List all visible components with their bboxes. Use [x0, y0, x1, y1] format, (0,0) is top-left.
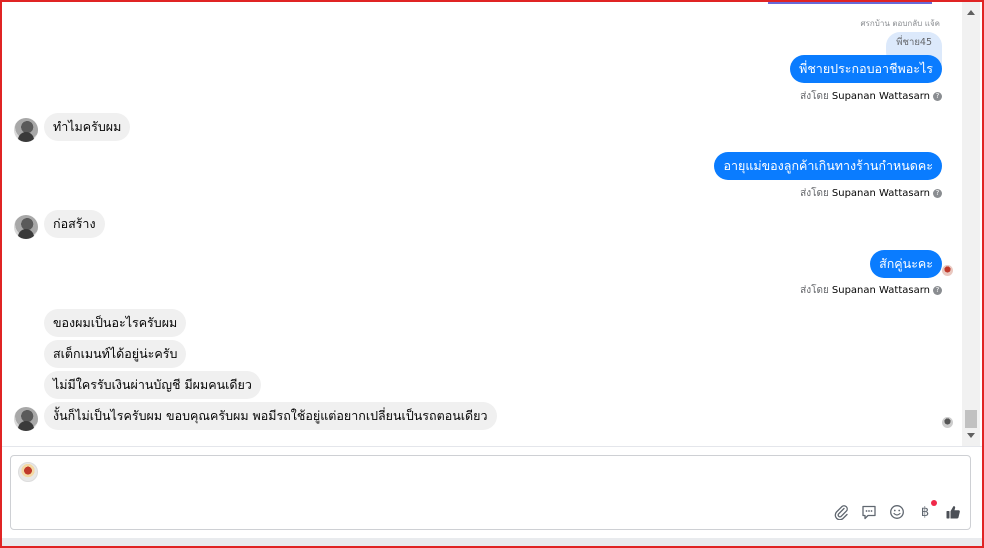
message-bubble-outgoing[interactable]: อายุแม่ของลูกค้าเกินทางร้านกำหนดคะ — [714, 152, 942, 180]
thread-top-hint: ศรกบ้าน ตอบกลับ แจ้ค — [860, 19, 940, 28]
scroll-down-arrow-icon[interactable] — [967, 433, 975, 438]
sent-by-label: ส่งโดย Supanan Wattasarn ? — [800, 283, 942, 298]
contact-avatar[interactable] — [14, 215, 38, 239]
attach-button[interactable] — [832, 503, 850, 521]
message-bubble-incoming[interactable]: สเต็กเมนท์ได้อยู่น่ะครับ — [44, 340, 187, 368]
composer-divider — [2, 446, 982, 447]
message-thread[interactable]: ศรกบ้าน ตอบกลับ แจ้ค พี่ชาย45 พี่ชายประก… — [2, 2, 962, 446]
contact-avatar[interactable] — [14, 118, 38, 142]
message-bubble-incoming[interactable]: ไม่มีใครรับเงินผ่านบัญชี มีผมคนเดียว — [44, 371, 261, 399]
message-bubble-incoming[interactable]: งั้นก็ไม่เป็นไรครับผม ขอบคุณครับผม พอมีร… — [44, 402, 497, 430]
message-bubble-outgoing[interactable]: พี่ชายประกอบอาชีพอะไร — [790, 55, 942, 83]
smiley-icon — [890, 505, 904, 519]
notification-dot — [931, 500, 937, 506]
thumbs-up-icon — [946, 506, 960, 519]
like-button[interactable] — [944, 503, 962, 521]
bottom-strip — [2, 538, 982, 546]
payment-button[interactable]: ฿ — [916, 500, 937, 521]
top-divider — [768, 2, 932, 4]
paperclip-icon — [834, 505, 848, 520]
message-bubble-incoming[interactable]: ก่อสร้าง — [44, 210, 105, 238]
message-bubble-incoming[interactable]: ของผมเป็นอะไรครับผม — [44, 309, 187, 337]
sent-by-name: Supanan Wattasarn — [831, 91, 930, 102]
sent-by-name: Supanan Wattasarn — [831, 285, 930, 296]
sent-by-label: ส่งโดย Supanan Wattasarn ? — [800, 89, 942, 104]
sent-by-prefix: ส่งโดย — [800, 91, 829, 102]
message-composer[interactable]: ฿ — [10, 455, 971, 530]
message-bubble-incoming[interactable]: ทำไมครับผม — [44, 113, 131, 141]
sent-by-prefix: ส่งโดย — [800, 285, 829, 296]
seen-avatar — [942, 265, 953, 276]
user-avatar — [18, 462, 38, 482]
contact-avatar[interactable] — [14, 407, 38, 431]
scroll-up-arrow-icon[interactable] — [967, 10, 975, 15]
sent-by-label: ส่งโดย Supanan Wattasarn ? — [800, 186, 942, 201]
question-icon[interactable]: ? — [933, 286, 942, 295]
sent-by-prefix: ส่งโดย — [800, 188, 829, 199]
chat-bubble-icon — [862, 505, 876, 520]
composer-toolbar: ฿ — [832, 500, 962, 521]
scroll-thumb[interactable] — [965, 410, 977, 428]
question-icon[interactable]: ? — [933, 92, 942, 101]
seen-avatar — [942, 417, 953, 428]
chat-scrollbar[interactable] — [962, 2, 980, 446]
message-bubble-outgoing[interactable]: สักคู่นะคะ — [870, 250, 942, 278]
emoji-button[interactable] — [888, 503, 906, 521]
sent-by-name: Supanan Wattasarn — [831, 188, 930, 199]
saved-replies-button[interactable] — [860, 503, 878, 521]
message-input[interactable] — [45, 462, 845, 484]
baht-icon: ฿ — [920, 504, 930, 520]
question-icon[interactable]: ? — [933, 189, 942, 198]
